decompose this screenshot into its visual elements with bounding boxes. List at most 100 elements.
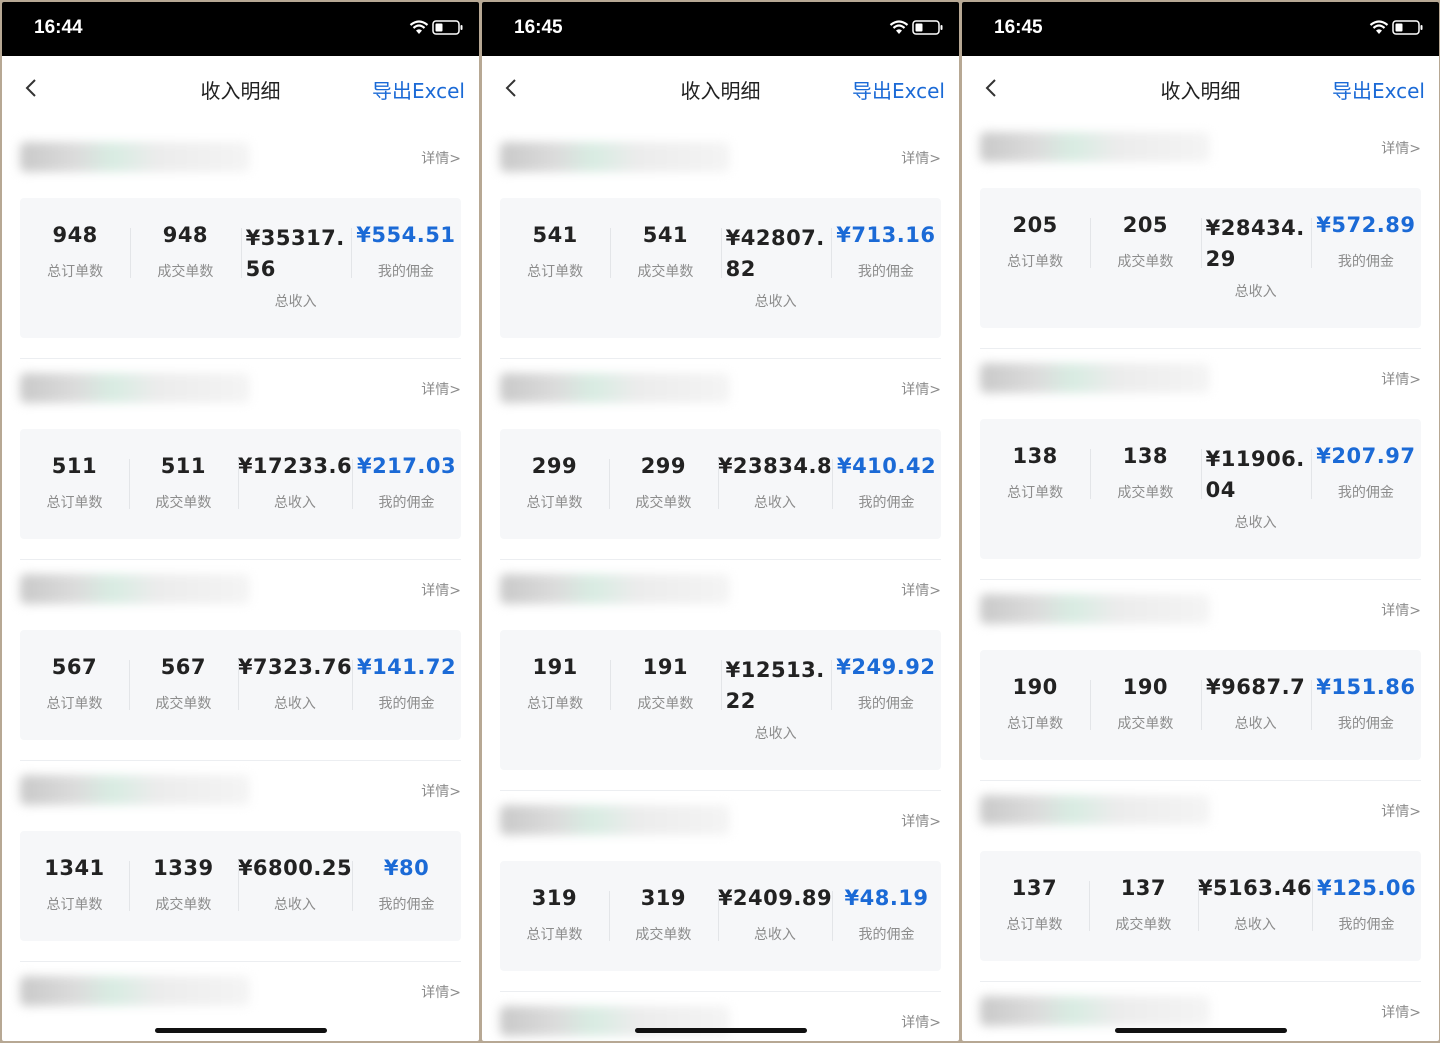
stat-my-commission: ¥713.16 我的佣金 [830,198,941,338]
stat-completed-orders: 1339 成交单数 [128,831,238,941]
detail-link[interactable]: 详情> [901,580,941,600]
stat-total-income: ¥35317.56 总收入 [240,198,351,338]
detail-link[interactable]: 详情> [421,781,461,801]
total-orders-label: 总订单数 [1007,485,1064,501]
stat-my-commission: ¥141.72 我的佣金 [352,630,461,740]
completed-orders-label: 成交单数 [635,927,692,943]
my-commission-value: ¥572.89 [1316,213,1416,237]
completed-orders-value: 1339 [153,856,214,880]
battery-icon [912,20,944,39]
stats-card: 567 总订单数 567 成交单数 ¥7323.76 总收入 ¥141.72 我的佣金 [20,630,461,740]
income-entry: 详情> [482,992,959,1041]
total-orders-value: 137 [1011,876,1058,900]
total-orders-value: 299 [531,454,578,478]
income-entry: 详情> 319 总订单数 319 成交单数 ¥2409.89 总收入 ¥48.19 我的佣金 [482,791,959,992]
my-commission-label: 我的佣金 [1337,254,1394,270]
detail-link[interactable]: 详情> [421,982,461,1002]
income-entry: 详情> 138 总订单数 138 成交单数 ¥11906.04 总收入 ¥207.97 我的佣金 [962,349,1439,580]
completed-orders-value: 299 [640,454,687,478]
my-commission-value: ¥80 [383,856,430,880]
stat-total-income: ¥9687.7 总收入 [1200,650,1311,760]
total-income-label: 总收入 [273,897,316,913]
stat-my-commission: ¥80 我的佣金 [352,831,461,941]
total-orders-label: 总订单数 [526,495,583,511]
completed-orders-value: 948 [162,223,209,247]
stat-my-commission: ¥151.86 我的佣金 [1310,650,1421,760]
total-orders-label: 总订单数 [1007,254,1064,270]
my-commission-value: ¥207.97 [1316,444,1416,468]
wifi-icon [409,20,429,39]
stat-total-income: ¥7323.76 总收入 [237,630,352,740]
detail-link[interactable]: 详情> [1381,138,1421,158]
stat-total-orders: 190 总订单数 [980,650,1090,760]
phone-screen-2: 16:45 收入明细 导出Excel 详情> 541 总订单数 541 成交单数 ¥42807.… [482,2,959,1041]
entry-header: 详情> [2,962,479,1032]
my-commission-value: ¥217.03 [356,454,457,478]
detail-link[interactable]: 详情> [1381,1002,1421,1022]
detail-link[interactable]: 详情> [1381,600,1421,620]
entry-header: 详情> [2,560,479,630]
stat-completed-orders: 137 成交单数 [1088,851,1198,961]
stat-completed-orders: 511 成交单数 [128,429,238,539]
detail-link[interactable]: 详情> [1381,369,1421,389]
detail-link[interactable]: 详情> [421,580,461,600]
wifi-icon [889,20,909,39]
total-income-label: 总收入 [1234,284,1277,300]
blurred-name [500,142,730,172]
stat-total-income: ¥5163.46 总收入 [1197,851,1312,961]
entry-header: 详情> [962,781,1439,851]
my-commission-value: ¥151.86 [1316,675,1416,699]
detail-link[interactable]: 详情> [421,148,461,168]
total-orders-label: 总订单数 [527,264,584,280]
stat-my-commission: ¥572.89 我的佣金 [1310,188,1421,328]
total-income-value: ¥28434.29 [1205,216,1305,271]
entry-header: 详情> [2,359,479,429]
blurred-name [20,775,250,805]
detail-link[interactable]: 详情> [421,379,461,399]
stat-total-income: ¥28434.29 总收入 [1200,188,1311,328]
total-orders-value: 567 [51,655,98,679]
detail-link[interactable]: 详情> [901,148,941,168]
my-commission-label: 我的佣金 [858,927,915,943]
stat-completed-orders: 299 成交单数 [608,429,718,539]
stat-completed-orders: 205 成交单数 [1090,188,1200,328]
my-commission-label: 我的佣金 [378,696,435,712]
detail-link[interactable]: 详情> [901,379,941,399]
detail-link[interactable]: 详情> [901,1012,941,1032]
total-orders-value: 948 [52,223,98,247]
status-time: 16:45 [514,17,563,38]
my-commission-value: ¥713.16 [836,223,936,247]
total-income-label: 总收入 [754,294,797,310]
battery-icon [432,20,464,39]
my-commission-value: ¥141.72 [356,655,457,679]
entry-header: 详情> [962,580,1439,650]
total-orders-label: 总订单数 [46,696,103,712]
completed-orders-label: 成交单数 [157,264,214,280]
export-excel-button[interactable]: 导出Excel [372,75,465,104]
total-income-value: ¥42807.82 [725,226,825,281]
detail-link[interactable]: 详情> [1381,801,1421,821]
completed-orders-value: 319 [640,886,687,910]
total-income-value: ¥11906.04 [1205,447,1305,502]
completed-orders-label: 成交单数 [635,495,692,511]
my-commission-label: 我的佣金 [1337,485,1394,501]
income-entry: 详情> 190 总订单数 190 成交单数 ¥9687.7 总收入 ¥151.86 我的佣金 [962,580,1439,781]
status-bar: 16:45 [482,2,959,56]
my-commission-label: 我的佣金 [1338,917,1395,933]
total-income-label: 总收入 [274,294,317,310]
export-excel-button[interactable]: 导出Excel [1332,75,1425,104]
stat-completed-orders: 541 成交单数 [610,198,720,338]
total-income-label: 总收入 [753,927,796,943]
completed-orders-label: 成交单数 [1115,917,1172,933]
blurred-name [980,996,1210,1026]
my-commission-label: 我的佣金 [857,264,914,280]
home-indicator [154,1028,327,1033]
total-income-value: ¥23834.8 [717,454,833,478]
completed-orders-label: 成交单数 [1117,254,1174,270]
my-commission-label: 我的佣金 [1337,716,1394,732]
total-income-label: 总收入 [1234,716,1277,732]
stat-total-orders: 299 总订单数 [500,429,609,539]
total-orders-value: 190 [1012,675,1058,699]
detail-link[interactable]: 详情> [901,811,941,831]
export-excel-button[interactable]: 导出Excel [852,75,945,104]
